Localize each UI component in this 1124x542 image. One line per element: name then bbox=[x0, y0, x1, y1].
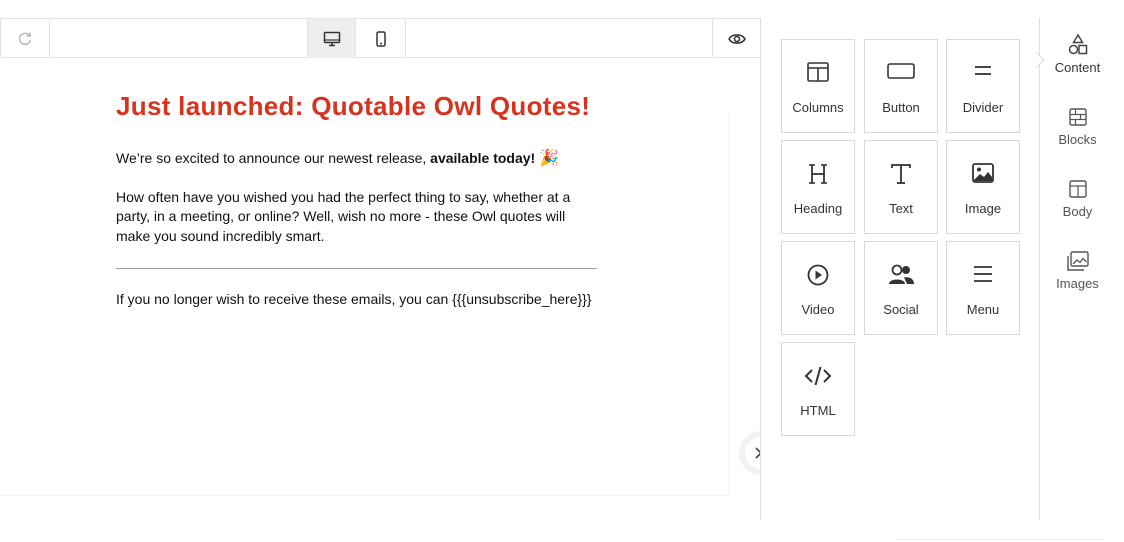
tool-label: Video bbox=[801, 302, 835, 317]
tab-images[interactable]: Images bbox=[1040, 234, 1115, 300]
tool-label: Menu bbox=[966, 302, 1000, 317]
columns-icon bbox=[807, 62, 829, 82]
tab-body[interactable]: Body bbox=[1040, 162, 1115, 228]
tool-text[interactable]: Text bbox=[864, 140, 938, 234]
tool-html[interactable]: HTML bbox=[781, 342, 855, 436]
text-icon bbox=[891, 164, 911, 184]
tool-label: Divider bbox=[962, 100, 1004, 115]
tool-label: HTML bbox=[800, 403, 836, 418]
tool-divider[interactable]: Divider bbox=[946, 39, 1020, 133]
email-intro-paragraph[interactable]: We’re so excited to announce our newest … bbox=[116, 149, 598, 169]
tool-video[interactable]: Video bbox=[781, 241, 855, 335]
tool-label: Button bbox=[882, 100, 920, 115]
button-icon bbox=[887, 63, 915, 79]
tab-content[interactable]: Content bbox=[1040, 18, 1115, 84]
email-headline[interactable]: Just launched: Quotable Owl Quotes! bbox=[116, 88, 598, 125]
body-icon bbox=[1068, 180, 1087, 198]
redo-icon bbox=[18, 32, 32, 45]
email-body-paragraph[interactable]: How often have you wished you had the pe… bbox=[116, 188, 598, 247]
mobile-view-button[interactable] bbox=[356, 19, 406, 58]
desktop-view-button[interactable] bbox=[307, 19, 356, 58]
tab-blocks[interactable]: Blocks bbox=[1040, 90, 1115, 156]
editor-toolbar bbox=[0, 18, 761, 58]
editor-canvas: Just launched: Quotable Owl Quotes! We’r… bbox=[0, 18, 761, 519]
heading-icon bbox=[809, 164, 827, 184]
content-tools-panel: Columns Button Divider Heading Text Imag… bbox=[760, 18, 1040, 519]
tab-label: Blocks bbox=[1058, 132, 1097, 147]
eye-icon bbox=[728, 33, 746, 44]
social-icon bbox=[889, 264, 914, 284]
tool-columns[interactable]: Columns bbox=[781, 39, 855, 133]
intro-bold-text: available today! bbox=[430, 150, 536, 166]
image-icon bbox=[972, 163, 994, 183]
tool-button[interactable]: Button bbox=[864, 39, 938, 133]
tool-menu[interactable]: Menu bbox=[946, 241, 1020, 335]
tab-label: Content bbox=[1054, 60, 1101, 75]
sidebar-tabs: Content Blocks Body Images bbox=[1027, 18, 1124, 519]
intro-text: We’re so excited to announce our newest … bbox=[116, 150, 431, 166]
tool-image[interactable]: Image bbox=[946, 140, 1020, 234]
email-content[interactable]: Just launched: Quotable Owl Quotes! We’r… bbox=[116, 88, 598, 310]
menu-icon bbox=[974, 266, 992, 282]
canvas-guide bbox=[728, 110, 729, 495]
blocks-icon bbox=[1068, 108, 1087, 126]
tool-label: Heading bbox=[793, 201, 843, 216]
desktop-icon bbox=[323, 31, 340, 46]
tool-social[interactable]: Social bbox=[864, 241, 938, 335]
preview-button[interactable] bbox=[712, 19, 761, 58]
divider-icon bbox=[975, 66, 991, 75]
shapes-icon bbox=[1068, 34, 1087, 55]
email-divider[interactable] bbox=[116, 268, 597, 269]
mobile-icon bbox=[375, 30, 386, 47]
tool-label: Text bbox=[889, 201, 913, 216]
tool-heading[interactable]: Heading bbox=[781, 140, 855, 234]
images-icon bbox=[1066, 251, 1089, 271]
tool-label: Social bbox=[883, 302, 919, 317]
html-icon bbox=[804, 366, 832, 386]
email-unsubscribe-paragraph[interactable]: If you no longer wish to receive these e… bbox=[116, 290, 598, 310]
tool-label: Image bbox=[964, 201, 1002, 216]
canvas-guide bbox=[0, 495, 730, 496]
redo-button[interactable] bbox=[0, 19, 50, 58]
tool-label: Columns bbox=[792, 100, 844, 115]
tab-label: Images bbox=[1056, 276, 1099, 291]
video-icon bbox=[807, 264, 829, 286]
tab-label: Body bbox=[1062, 204, 1093, 219]
party-emoji: 🎉 bbox=[539, 150, 560, 167]
